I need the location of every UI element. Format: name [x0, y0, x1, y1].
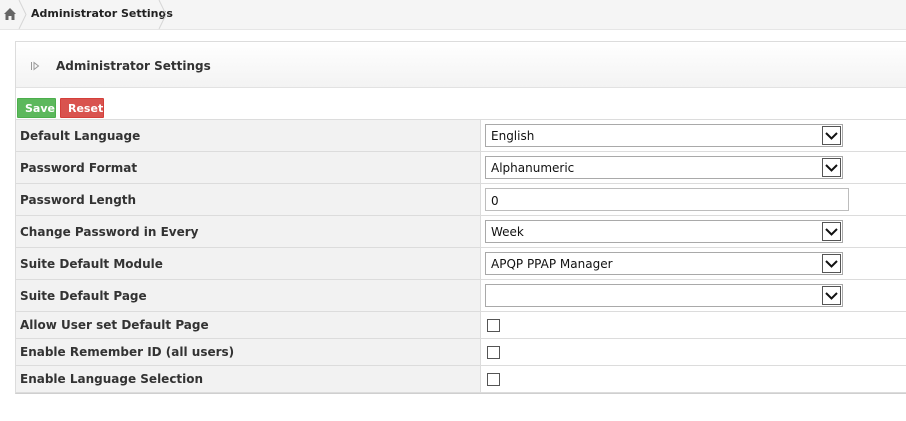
setting-row-password-format: Password Format Alphanumeric [16, 152, 906, 184]
setting-row-enable-language-selection: Enable Language Selection [16, 366, 906, 393]
panel-title: Administrator Settings [56, 59, 211, 73]
setting-label: Enable Language Selection [16, 366, 481, 392]
breadcrumb-separator-icon [18, 0, 27, 29]
enable-language-selection-checkbox[interactable] [487, 373, 500, 386]
setting-label: Allow User set Default Page [16, 312, 481, 338]
default-language-select[interactable]: English [485, 124, 843, 147]
chevron-down-icon[interactable] [822, 126, 841, 145]
password-format-select[interactable]: Alphanumeric [485, 156, 843, 179]
input-value: 0 [491, 194, 499, 208]
settings-table: Default Language English Password Format… [16, 119, 906, 393]
select-value: English [491, 129, 535, 143]
setting-row-password-length: Password Length 0 [16, 184, 906, 216]
home-icon[interactable] [3, 7, 17, 21]
setting-label: Suite Default Module [16, 248, 481, 279]
allow-user-default-page-checkbox[interactable] [487, 319, 500, 332]
change-password-interval-select[interactable]: Week [485, 220, 843, 243]
enable-remember-id-checkbox[interactable] [487, 346, 500, 359]
setting-row-default-language: Default Language English [16, 120, 906, 152]
chevron-down-icon[interactable] [822, 222, 841, 241]
chevron-down-icon[interactable] [822, 254, 841, 273]
setting-label: Password Format [16, 152, 481, 183]
setting-row-change-password-interval: Change Password in Every Week [16, 216, 906, 248]
collapse-arrow-icon[interactable] [30, 61, 40, 71]
select-value: Alphanumeric [491, 161, 575, 175]
panel-header: Administrator Settings [16, 42, 906, 88]
setting-row-suite-default-page: Suite Default Page [16, 280, 906, 312]
breadcrumb-separator-icon [158, 0, 167, 29]
select-value: Week [491, 225, 524, 239]
password-length-input[interactable]: 0 [485, 188, 849, 211]
setting-label: Enable Remember ID (all users) [16, 339, 481, 365]
suite-default-module-select[interactable]: APQP PPAP Manager [485, 252, 843, 275]
setting-row-allow-user-default-page: Allow User set Default Page [16, 312, 906, 339]
breadcrumb: Administrator Settings [0, 0, 906, 30]
chevron-down-icon[interactable] [822, 158, 841, 177]
setting-row-enable-remember-id: Enable Remember ID (all users) [16, 339, 906, 366]
breadcrumb-item-administrator-settings[interactable]: Administrator Settings [31, 7, 173, 20]
settings-panel: Administrator Settings Save Reset Defaul… [15, 41, 906, 394]
reset-button[interactable]: Reset [60, 98, 104, 118]
chevron-down-icon[interactable] [822, 286, 841, 305]
suite-default-page-select[interactable] [485, 284, 843, 307]
setting-label: Default Language [16, 120, 481, 151]
setting-label: Password Length [16, 184, 481, 215]
setting-row-suite-default-module: Suite Default Module APQP PPAP Manager [16, 248, 906, 280]
save-button[interactable]: Save [17, 98, 56, 118]
select-value: APQP PPAP Manager [491, 257, 613, 271]
setting-label: Suite Default Page [16, 280, 481, 311]
setting-label: Change Password in Every [16, 216, 481, 247]
